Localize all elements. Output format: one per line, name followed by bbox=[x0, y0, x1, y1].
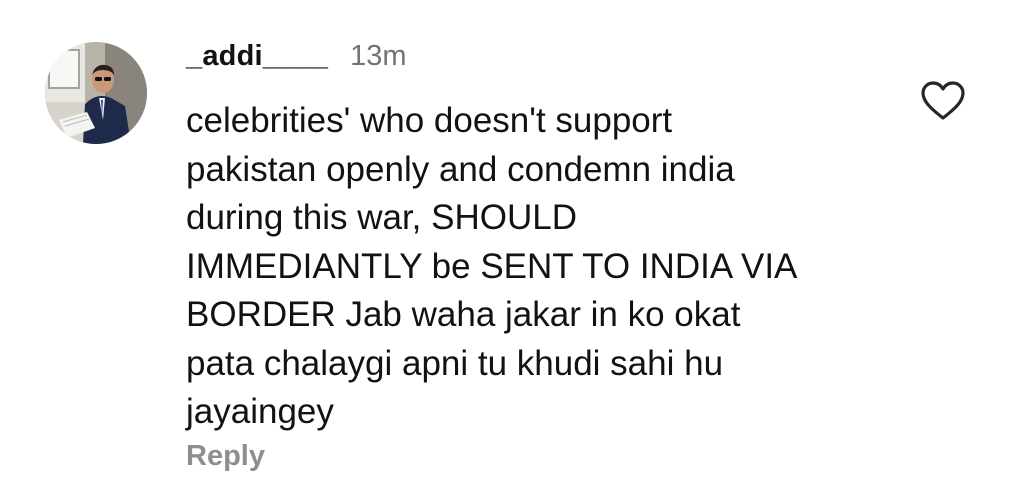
comment-text: celebrities' who doesn't support pakista… bbox=[186, 101, 798, 431]
avatar-photo bbox=[45, 42, 147, 144]
avatar[interactable] bbox=[45, 42, 147, 144]
timestamp: 13m bbox=[350, 40, 407, 72]
username[interactable]: _addi____ bbox=[186, 40, 328, 73]
heart-outline-icon bbox=[921, 81, 965, 120]
comment-item: _addi____ 13m celebrities' who doesn't s… bbox=[0, 0, 1024, 493]
comment-header: _addi____ 13m bbox=[186, 40, 406, 76]
reply-button[interactable]: Reply bbox=[186, 440, 265, 473]
like-button[interactable] bbox=[920, 80, 966, 122]
